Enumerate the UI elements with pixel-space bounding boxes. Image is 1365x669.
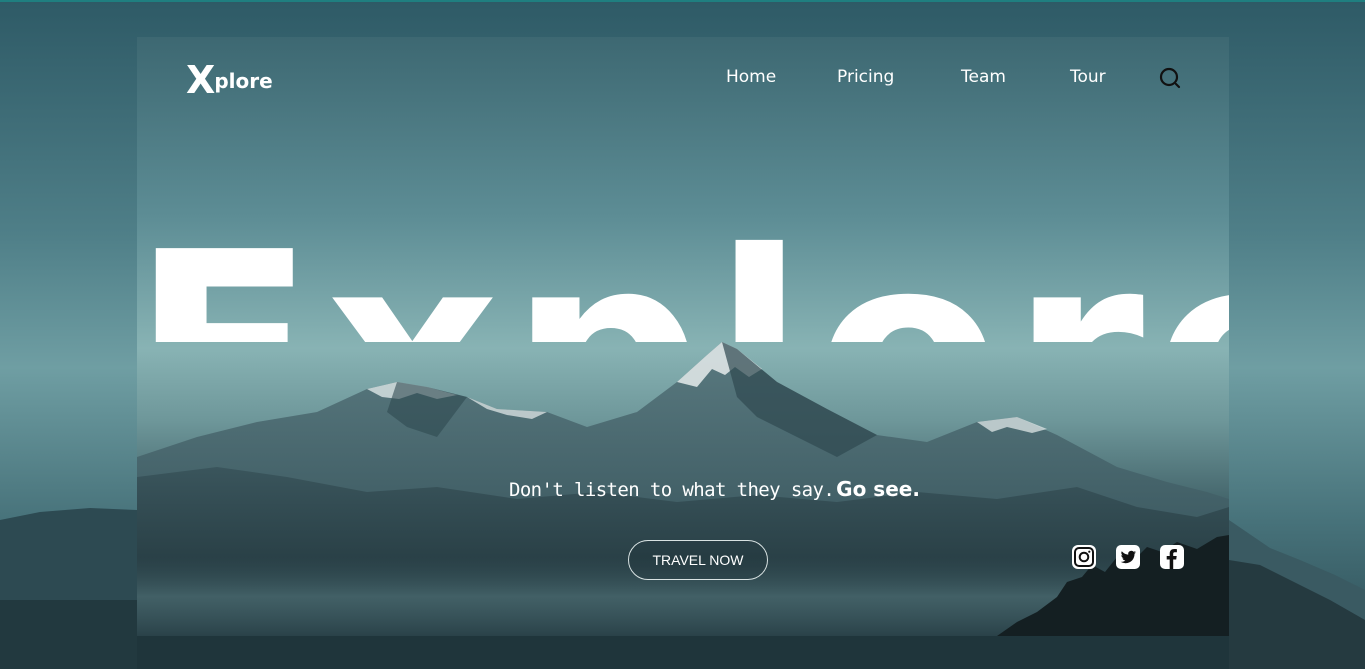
twitter-icon[interactable] (1115, 544, 1141, 570)
instagram-icon[interactable] (1071, 544, 1097, 570)
hero-tagline: Don't listen to what they say. Go see. (509, 477, 920, 501)
nav-home[interactable]: Home (726, 67, 776, 87)
search-icon[interactable] (1159, 67, 1183, 91)
facebook-icon[interactable] (1159, 544, 1185, 570)
tagline-plain: Don't listen to what they say. (509, 479, 835, 501)
hero-card: Explore (137, 37, 1229, 636)
brand-logo[interactable]: X plore (186, 61, 273, 99)
nav-tour[interactable]: Tour (1070, 67, 1106, 87)
tagline-bold: Go see. (836, 477, 920, 501)
travel-now-button[interactable]: TRAVEL NOW (628, 540, 768, 580)
nav-pricing[interactable]: Pricing (837, 67, 894, 87)
nav-team[interactable]: Team (961, 67, 1006, 87)
logo-text: plore (214, 69, 273, 93)
logo-initial: X (186, 58, 215, 102)
